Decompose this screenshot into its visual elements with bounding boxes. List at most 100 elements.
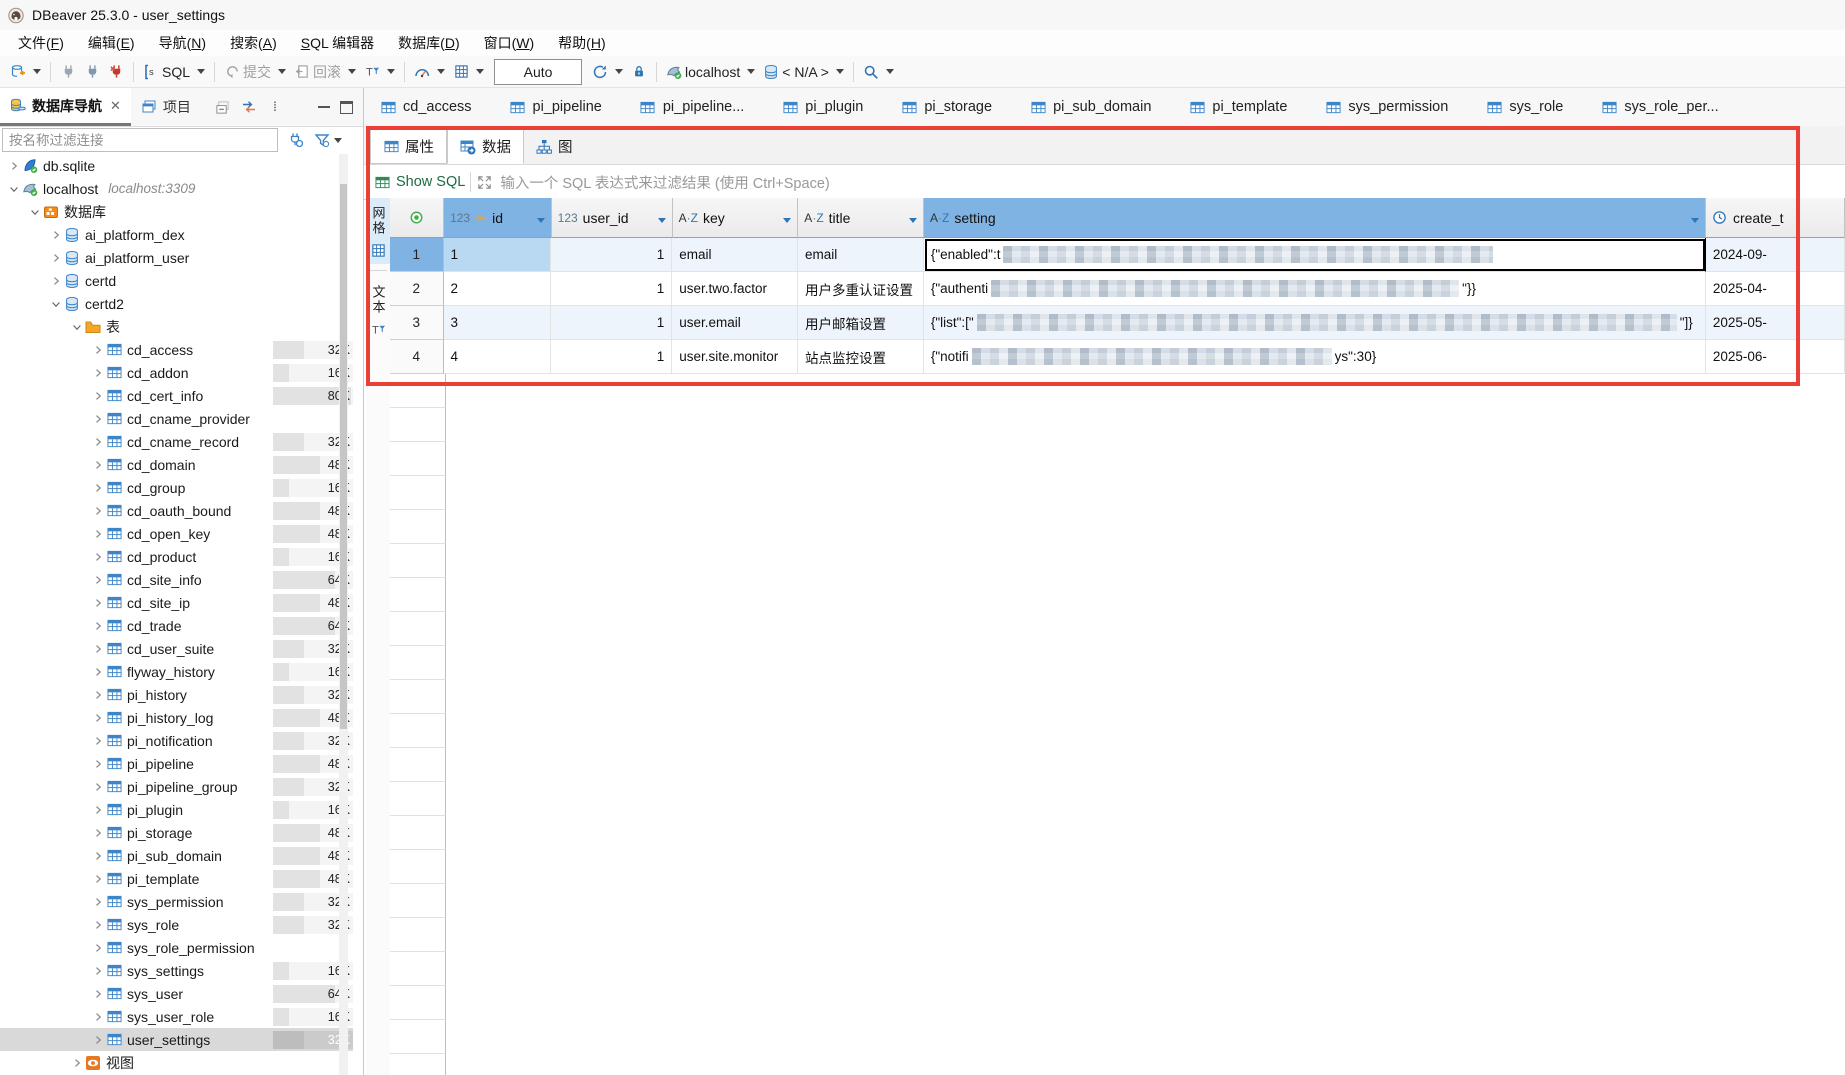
active-connection-combo[interactable]: localhost — [662, 61, 759, 83]
cell-create-time[interactable]: 2025-05- — [1706, 306, 1845, 340]
empty-row-header[interactable] — [390, 476, 446, 510]
empty-row-header[interactable] — [390, 510, 446, 544]
cell-key[interactable]: email — [672, 238, 798, 272]
cell-id[interactable]: 4 — [444, 340, 552, 374]
chevron-right-icon[interactable] — [92, 551, 104, 563]
cell-id[interactable]: 2 — [444, 272, 552, 306]
tree-item-sys_role_permission[interactable]: sys_role_permission — [0, 936, 353, 959]
cell-setting[interactable]: {"authenti"}} — [924, 272, 1706, 306]
tab-diagram[interactable]: 图 — [524, 129, 585, 164]
chevron-right-icon[interactable] — [92, 436, 104, 448]
row-header[interactable]: 3 — [390, 306, 444, 340]
tree-item-pi_pipeline_group[interactable]: pi_pipeline_group32K — [0, 775, 353, 798]
cell-id[interactable]: 1 — [444, 238, 552, 272]
tree-item-sys_user[interactable]: sys_user64K — [0, 982, 353, 1005]
menu-item[interactable]: 帮助(H) — [546, 30, 617, 56]
empty-row-header[interactable] — [390, 782, 446, 816]
tree-item-certd2[interactable]: certd2 — [0, 292, 353, 315]
commit-button[interactable]: 提交 — [220, 59, 290, 85]
chevron-right-icon[interactable] — [92, 459, 104, 471]
close-icon[interactable]: ✕ — [110, 98, 121, 114]
chevron-right-icon[interactable] — [92, 574, 104, 586]
chevron-down-icon[interactable] — [50, 298, 62, 310]
empty-row-header[interactable] — [390, 442, 446, 476]
tree-item-cd_cname_record[interactable]: cd_cname_record32K — [0, 430, 353, 453]
tree-item-localhost[interactable]: localhostlocalhost:3309 — [0, 177, 353, 200]
empty-row-header[interactable] — [390, 850, 446, 884]
chevron-right-icon[interactable] — [92, 413, 104, 425]
tree-item-pi_template[interactable]: pi_template48K — [0, 867, 353, 890]
tree-item-cd_domain[interactable]: cd_domain48K — [0, 453, 353, 476]
tree-item-certd[interactable]: certd — [0, 269, 353, 292]
editor-tab-pi_pipeline[interactable]: pi_pipeline... — [640, 99, 744, 115]
editor-tab-sys_role[interactable]: sys_role — [1486, 99, 1563, 115]
editor-tab-pi_plugin[interactable]: pi_plugin — [782, 99, 863, 115]
tree-item-cd_trade[interactable]: cd_trade64K — [0, 614, 353, 637]
empty-row-header[interactable] — [390, 1020, 446, 1054]
chevron-right-icon[interactable] — [92, 896, 104, 908]
empty-row-header[interactable] — [390, 612, 446, 646]
tree-item-pi_pipeline[interactable]: pi_pipeline48K — [0, 752, 353, 775]
commit-mode-combo[interactable]: Auto — [494, 59, 582, 85]
chevron-right-icon[interactable] — [92, 873, 104, 885]
tree-item-cd_oauth_bound[interactable]: cd_oauth_bound48K — [0, 499, 353, 522]
editor-tab-pi_storage[interactable]: pi_storage — [901, 99, 992, 115]
column-filter-dropdown[interactable] — [905, 210, 917, 226]
menu-item[interactable]: 数据库(D) — [386, 30, 471, 56]
chevron-right-icon[interactable] — [92, 965, 104, 977]
tree-item-pi_history_log[interactable]: pi_history_log48K — [0, 706, 353, 729]
chevron-right-icon[interactable] — [92, 620, 104, 632]
tree-item-表[interactable]: 表 — [0, 315, 353, 338]
minimize-view-icon[interactable] — [318, 106, 330, 108]
data-transfer-button[interactable] — [449, 61, 488, 83]
grid-corner-cell[interactable] — [390, 198, 444, 238]
tree-item-sys_role[interactable]: sys_role32K — [0, 913, 353, 936]
chevron-right-icon[interactable] — [8, 160, 20, 172]
empty-row-header[interactable] — [390, 680, 446, 714]
tree-item-cd_user_suite[interactable]: cd_user_suite32K — [0, 637, 353, 660]
chevron-right-icon[interactable] — [92, 735, 104, 747]
column-header-create_t[interactable]: create_t — [1706, 198, 1845, 238]
rollback-button[interactable]: 回滚 — [290, 59, 360, 85]
cell-title[interactable]: 用户邮箱设置 — [798, 306, 924, 340]
lock-button[interactable] — [627, 61, 651, 83]
connection-filter-input[interactable] — [2, 128, 278, 152]
tree-item-cd_product[interactable]: cd_product16K — [0, 545, 353, 568]
chevron-right-icon[interactable] — [92, 528, 104, 540]
chevron-right-icon[interactable] — [92, 482, 104, 494]
chevron-right-icon[interactable] — [92, 712, 104, 724]
empty-row-header[interactable] — [390, 986, 446, 1020]
empty-row-header[interactable] — [390, 816, 446, 850]
tree-item-cd_group[interactable]: cd_group16K — [0, 476, 353, 499]
tree-item-pi_plugin[interactable]: pi_plugin16K — [0, 798, 353, 821]
chevron-right-icon[interactable] — [92, 781, 104, 793]
column-header-user_id[interactable]: 123user_id — [552, 198, 673, 238]
tree-item-db.sqlite[interactable]: db.sqlite — [0, 154, 353, 177]
column-header-id[interactable]: 123id — [444, 198, 552, 238]
column-header-title[interactable]: A·Ztitle — [798, 198, 924, 238]
chevron-right-icon[interactable] — [92, 344, 104, 356]
active-schema-combo[interactable]: < N/A > — [759, 61, 848, 83]
search-button[interactable] — [859, 61, 898, 83]
tree-item-user_settings[interactable]: user_settings32K — [0, 1028, 353, 1051]
row-header[interactable]: 2 — [390, 272, 444, 306]
empty-row-header[interactable] — [390, 918, 446, 952]
tree-item-sys_permission[interactable]: sys_permission32K — [0, 890, 353, 913]
menu-item[interactable]: SQL 编辑器 — [289, 30, 386, 56]
menu-item[interactable]: 窗口(W) — [472, 30, 547, 56]
link-with-editor-icon[interactable] — [241, 99, 257, 115]
cell-setting[interactable]: {"list":[""]} — [924, 306, 1706, 340]
tree-item-视图[interactable]: 视图 — [0, 1051, 353, 1074]
empty-row-header[interactable] — [390, 544, 446, 578]
cell-key[interactable]: user.two.factor — [672, 272, 798, 306]
view-menu-icon[interactable] — [267, 99, 283, 115]
tree-item-pi_history[interactable]: pi_history32K — [0, 683, 353, 706]
editor-tab-pi_sub_domain[interactable]: pi_sub_domain — [1030, 99, 1151, 115]
disconnect-button[interactable] — [104, 61, 128, 83]
column-header-key[interactable]: A·Zkey — [673, 198, 799, 238]
empty-row-header[interactable] — [390, 884, 446, 918]
tree-item-ai_platform_dex[interactable]: ai_platform_dex — [0, 223, 353, 246]
tree-item-数据库[interactable]: 数据库 — [0, 200, 353, 223]
tab-data[interactable]: 数据 — [447, 129, 524, 164]
performance-button[interactable] — [410, 61, 449, 83]
